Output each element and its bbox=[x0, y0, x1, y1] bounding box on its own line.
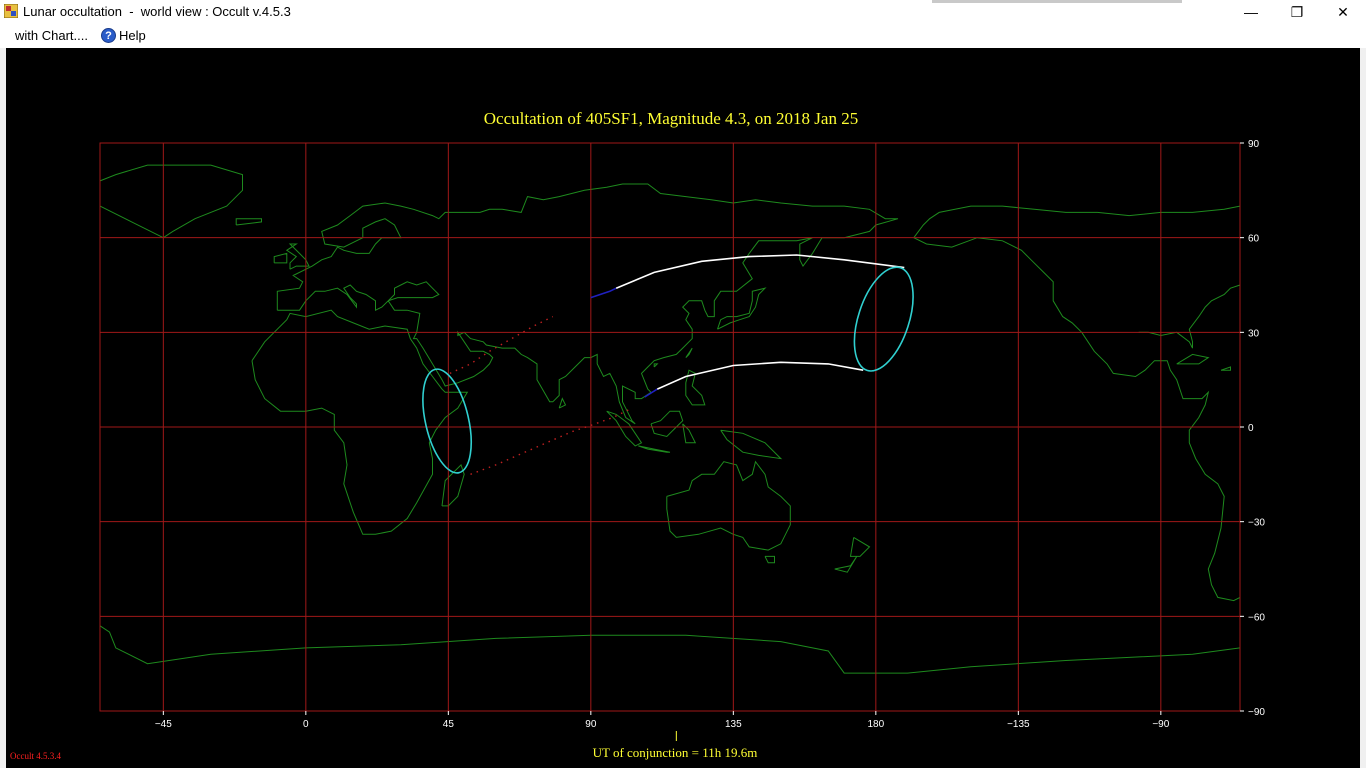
coastlines bbox=[99, 164, 1241, 674]
coastline bbox=[99, 625, 306, 665]
chart-canvas: −45 0 45 90 135 180 −135 −90 90 60 30 0 −30 −60 −90 Oc… bbox=[0, 48, 1366, 768]
lat-tick-label: −60 bbox=[1248, 612, 1265, 623]
coastline bbox=[720, 429, 783, 460]
coastline bbox=[638, 445, 671, 453]
menu-bar: with Chart.... Help bbox=[0, 24, 1366, 48]
coastline bbox=[606, 410, 643, 447]
coastline bbox=[1138, 284, 1241, 349]
app-icon bbox=[4, 4, 18, 18]
coastline bbox=[913, 205, 1241, 238]
lon-tick-label: 0 bbox=[303, 719, 309, 730]
menu-with-chart[interactable]: with Chart.... bbox=[15, 28, 88, 43]
lon-tick-label: 180 bbox=[867, 719, 884, 730]
coastline bbox=[99, 164, 243, 239]
right-border bbox=[1360, 48, 1366, 768]
coastline bbox=[717, 287, 767, 330]
lon-tick-label: −135 bbox=[1007, 719, 1030, 730]
lat-tick-label: 90 bbox=[1248, 139, 1260, 150]
path-north-day bbox=[615, 254, 905, 289]
grid bbox=[99, 142, 1241, 712]
minimize-icon: — bbox=[1244, 4, 1258, 20]
occultation-paths bbox=[449, 254, 905, 475]
lat-tick-label: 0 bbox=[1248, 423, 1254, 434]
lon-tick-label: 135 bbox=[725, 719, 742, 730]
path-south-twilight bbox=[644, 388, 658, 398]
coastline bbox=[666, 460, 791, 551]
coastline bbox=[764, 555, 775, 564]
world-map: −45 0 45 90 135 180 −135 −90 90 60 30 0 −30 −60 −90 Oc… bbox=[10, 109, 1266, 761]
lat-tick-label: 60 bbox=[1248, 234, 1260, 245]
coastline bbox=[276, 183, 899, 425]
coastline bbox=[1220, 366, 1231, 371]
coastline bbox=[305, 634, 1241, 674]
path-north-twilight bbox=[590, 287, 617, 299]
coastline bbox=[235, 218, 262, 226]
lat-tick-label: −30 bbox=[1248, 518, 1265, 529]
close-button[interactable]: ✕ bbox=[1320, 0, 1366, 24]
menu-help[interactable]: Help bbox=[119, 28, 146, 43]
help-icon[interactable]: ? bbox=[101, 28, 116, 43]
lon-tick-label: 90 bbox=[585, 719, 597, 730]
coastline bbox=[653, 363, 659, 368]
coastline bbox=[1176, 353, 1210, 365]
title-shadow bbox=[932, 0, 1182, 3]
coastline bbox=[251, 309, 469, 535]
coastline bbox=[834, 556, 858, 573]
axis-ticks: −45 0 45 90 135 180 −135 −90 90 60 30 0 −30 −60 −90 bbox=[155, 139, 1266, 730]
lat-tick-label: −90 bbox=[1248, 707, 1265, 718]
restore-icon: ❐ bbox=[1290, 3, 1304, 20]
lat-tick-label: 30 bbox=[1248, 328, 1260, 339]
path-south-day bbox=[656, 361, 864, 390]
limit-curve bbox=[422, 368, 473, 474]
limit-curves bbox=[422, 266, 914, 474]
path-south-night bbox=[470, 407, 633, 475]
coastline bbox=[913, 237, 1241, 602]
coastline bbox=[441, 463, 465, 507]
limit-curve bbox=[853, 266, 914, 372]
coastline bbox=[558, 397, 567, 409]
close-icon: ✕ bbox=[1337, 3, 1349, 20]
coastline bbox=[273, 252, 288, 264]
coastline bbox=[685, 347, 693, 358]
minimize-button[interactable]: — bbox=[1228, 0, 1274, 24]
lon-tick-label: 45 bbox=[443, 719, 455, 730]
lon-tick-label: −45 bbox=[155, 719, 172, 730]
coastline bbox=[849, 536, 871, 557]
chart-title: Occultation of 405SF1, Magnitude 4.3, on… bbox=[484, 109, 858, 128]
conjunction-time-label: UT of conjunction = 11h 19.6m bbox=[593, 745, 758, 760]
lon-tick-label: −90 bbox=[1152, 719, 1169, 730]
window-title: Lunar occultation - world view : Occult … bbox=[23, 4, 291, 19]
title-bar: Lunar occultation - world view : Occult … bbox=[0, 0, 1366, 24]
version-label: Occult 4.5.3.4 bbox=[10, 751, 61, 761]
left-border bbox=[0, 48, 6, 768]
restore-button[interactable]: ❐ bbox=[1274, 0, 1320, 24]
coastline bbox=[650, 410, 684, 438]
